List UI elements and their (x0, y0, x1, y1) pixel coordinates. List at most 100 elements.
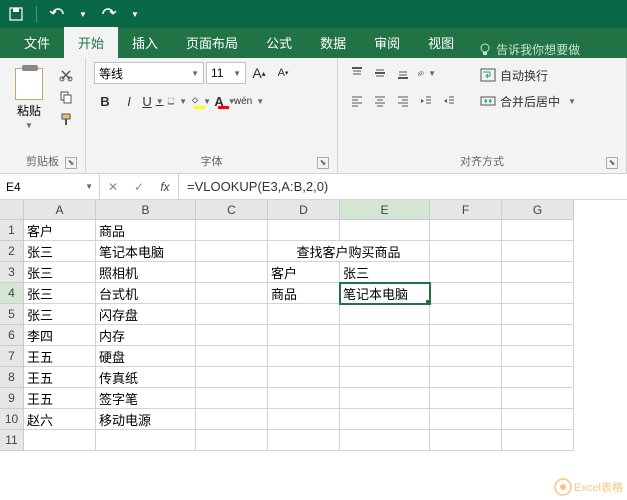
cell[interactable]: 传真纸 (96, 367, 196, 388)
cell[interactable] (268, 409, 340, 430)
increase-font-button[interactable]: A▴ (248, 62, 270, 84)
row-header[interactable]: 10 (0, 409, 24, 430)
underline-button[interactable]: U▼ (142, 90, 164, 112)
decrease-font-button[interactable]: A▾ (272, 62, 294, 84)
orientation-button[interactable]: ab▼ (415, 62, 437, 84)
cell[interactable] (196, 346, 268, 367)
fx-button[interactable]: fx (152, 180, 178, 194)
undo-icon[interactable] (49, 6, 65, 22)
column-header[interactable]: A (24, 200, 96, 220)
cell[interactable] (340, 388, 430, 409)
wrap-text-button[interactable]: 自动换行 (476, 64, 580, 86)
cell[interactable] (268, 346, 340, 367)
row-header[interactable]: 3 (0, 262, 24, 283)
cell[interactable]: 照相机 (96, 262, 196, 283)
cell[interactable]: 台式机 (96, 283, 196, 304)
tab-文件[interactable]: 文件 (10, 27, 64, 58)
row-header[interactable]: 1 (0, 220, 24, 241)
formula-input[interactable]: =VLOOKUP(E3,A:B,2,0) (179, 174, 627, 199)
cell[interactable] (340, 367, 430, 388)
row-header[interactable]: 11 (0, 430, 24, 451)
cell[interactable] (268, 325, 340, 346)
cell[interactable] (196, 430, 268, 451)
cell[interactable] (502, 388, 574, 409)
tab-插入[interactable]: 插入 (118, 27, 172, 58)
cell[interactable] (430, 241, 502, 262)
cancel-formula-button[interactable]: ✕ (100, 180, 126, 194)
tab-视图[interactable]: 视图 (414, 27, 468, 58)
cell[interactable]: 查找客户购买商品 (268, 241, 430, 262)
cell[interactable]: 笔记本电脑 (96, 241, 196, 262)
cell[interactable]: 闪存盘 (96, 304, 196, 325)
font-name-select[interactable]: 等线▼ (94, 62, 204, 84)
increase-indent-button[interactable] (438, 90, 460, 112)
row-header[interactable]: 4 (0, 283, 24, 304)
tab-页面布局[interactable]: 页面布局 (172, 27, 252, 58)
cell[interactable]: 王五 (24, 346, 96, 367)
decrease-indent-button[interactable] (415, 90, 437, 112)
format-painter-button[interactable] (56, 110, 76, 128)
cell[interactable] (340, 220, 430, 241)
cell[interactable] (430, 388, 502, 409)
cell[interactable]: 客户 (268, 262, 340, 283)
cell[interactable] (502, 367, 574, 388)
cell[interactable]: 赵六 (24, 409, 96, 430)
font-color-button[interactable]: A▼ (214, 90, 236, 112)
cell[interactable] (430, 346, 502, 367)
enter-formula-button[interactable]: ✓ (126, 180, 152, 194)
cell[interactable] (196, 388, 268, 409)
cell[interactable] (96, 430, 196, 451)
column-header[interactable]: E (340, 200, 430, 220)
cell[interactable] (24, 430, 96, 451)
align-right-button[interactable] (392, 90, 414, 112)
name-box[interactable]: E4▼ (0, 174, 100, 199)
cell[interactable] (502, 220, 574, 241)
save-icon[interactable] (8, 6, 24, 22)
cell[interactable] (196, 241, 268, 262)
cell[interactable]: 硬盘 (96, 346, 196, 367)
column-header[interactable]: D (268, 200, 340, 220)
italic-button[interactable]: I (118, 90, 140, 112)
cell[interactable]: 王五 (24, 388, 96, 409)
tell-me-search[interactable]: 告诉我你想要做 (468, 41, 590, 58)
align-center-button[interactable] (369, 90, 391, 112)
cell[interactable]: 笔记本电脑 (340, 283, 430, 304)
cell[interactable]: 张三 (340, 262, 430, 283)
cells-area[interactable]: 客户商品张三笔记本电脑查找客户购买商品张三照相机客户张三张三台式机商品笔记本电脑… (24, 220, 574, 451)
column-header[interactable]: G (502, 200, 574, 220)
redo-icon[interactable] (101, 6, 117, 22)
cell[interactable]: 张三 (24, 262, 96, 283)
cell[interactable]: 王五 (24, 367, 96, 388)
column-header[interactable]: F (430, 200, 502, 220)
tab-审阅[interactable]: 审阅 (360, 27, 414, 58)
cut-button[interactable] (56, 66, 76, 84)
cell[interactable] (196, 262, 268, 283)
cell[interactable] (340, 430, 430, 451)
cell[interactable]: 移动电源 (96, 409, 196, 430)
row-header[interactable]: 2 (0, 241, 24, 262)
tab-数据[interactable]: 数据 (306, 27, 360, 58)
cell[interactable] (502, 262, 574, 283)
border-button[interactable]: ▼ (166, 90, 188, 112)
cell[interactable]: 李四 (24, 325, 96, 346)
cell[interactable] (268, 430, 340, 451)
cell[interactable] (196, 220, 268, 241)
align-middle-button[interactable] (369, 62, 391, 84)
cell[interactable] (340, 304, 430, 325)
bold-button[interactable]: B (94, 90, 116, 112)
alignment-launcher-icon[interactable]: ⬊ (606, 157, 618, 169)
cell[interactable] (340, 325, 430, 346)
cell[interactable]: 张三 (24, 283, 96, 304)
copy-button[interactable] (56, 88, 76, 106)
select-all-corner[interactable] (0, 200, 24, 220)
cell[interactable] (268, 220, 340, 241)
cell[interactable] (196, 325, 268, 346)
row-header[interactable]: 8 (0, 367, 24, 388)
undo-dropdown-icon[interactable]: ▼ (75, 6, 91, 22)
row-header[interactable]: 5 (0, 304, 24, 325)
cell[interactable] (502, 241, 574, 262)
cell[interactable] (430, 283, 502, 304)
cell[interactable] (430, 409, 502, 430)
cell[interactable]: 张三 (24, 241, 96, 262)
font-size-select[interactable]: 11▼ (206, 62, 246, 84)
